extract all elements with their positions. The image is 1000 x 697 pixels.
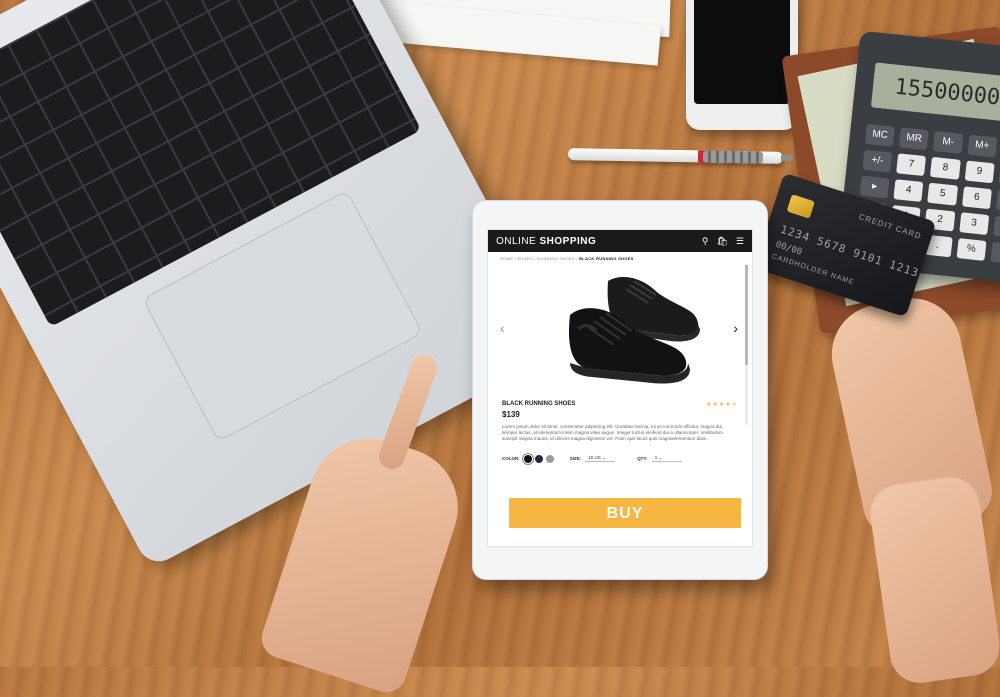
size-select[interactable]: 10 US ⌄ — [585, 455, 616, 463]
chevron-right-icon[interactable]: › — [733, 320, 738, 336]
product-name: BLACK RUNNING SHOES — [502, 401, 576, 407]
tablet-screen: ONLINE SHOPPING ⚲ 🛍 ☰ HOME / SHOES / RUN… — [487, 229, 753, 547]
shopping-bag-icon[interactable]: 🛍 — [716, 236, 727, 247]
scrollbar-thumb[interactable] — [745, 265, 748, 365]
product-price: $139 — [502, 410, 520, 419]
search-icon[interactable]: ⚲ — [702, 236, 709, 247]
product-description: Lorem ipsum dolor sit amet, consectetur … — [502, 424, 723, 442]
shop-logo[interactable]: ONLINE SHOPPING — [496, 236, 694, 247]
color-swatch[interactable] — [534, 454, 543, 463]
buy-button[interactable]: BUY — [509, 498, 741, 528]
card-label: CREDIT CARD — [857, 212, 923, 241]
product-options: COLOR: SIZE: 10 US ⌄ QTY: 1 ⌄ — [488, 443, 752, 465]
pen — [567, 148, 794, 164]
menu-icon[interactable]: ☰ — [736, 236, 744, 247]
size-label: SIZE: — [569, 456, 582, 462]
color-swatch[interactable] — [521, 452, 534, 465]
card-holder: CARDHOLDER NAME — [770, 253, 855, 287]
product-gallery: ‹ › — [488, 265, 752, 425]
quantity-label: QTY: — [637, 456, 648, 462]
right-forearm — [866, 473, 1000, 687]
color-swatch[interactable] — [545, 454, 554, 463]
card-chip-icon — [786, 194, 815, 219]
scrollbar[interactable] — [745, 265, 748, 425]
calculator-display: 1550000000 — [870, 62, 1000, 124]
quantity-select[interactable]: 1 ⌄ — [651, 455, 682, 463]
product-image — [568, 277, 700, 384]
shop-header: ONLINE SHOPPING ⚲ 🛍 ☰ — [488, 230, 752, 252]
star-rating: ★★★★★ — [706, 402, 738, 408]
chevron-left-icon[interactable]: ‹ — [500, 320, 505, 336]
smartphone — [686, 0, 798, 130]
color-label: COLOR: — [502, 456, 520, 462]
phone-screen — [694, 0, 790, 104]
tablet: ONLINE SHOPPING ⚲ 🛍 ☰ HOME / SHOES / RUN… — [472, 200, 768, 580]
